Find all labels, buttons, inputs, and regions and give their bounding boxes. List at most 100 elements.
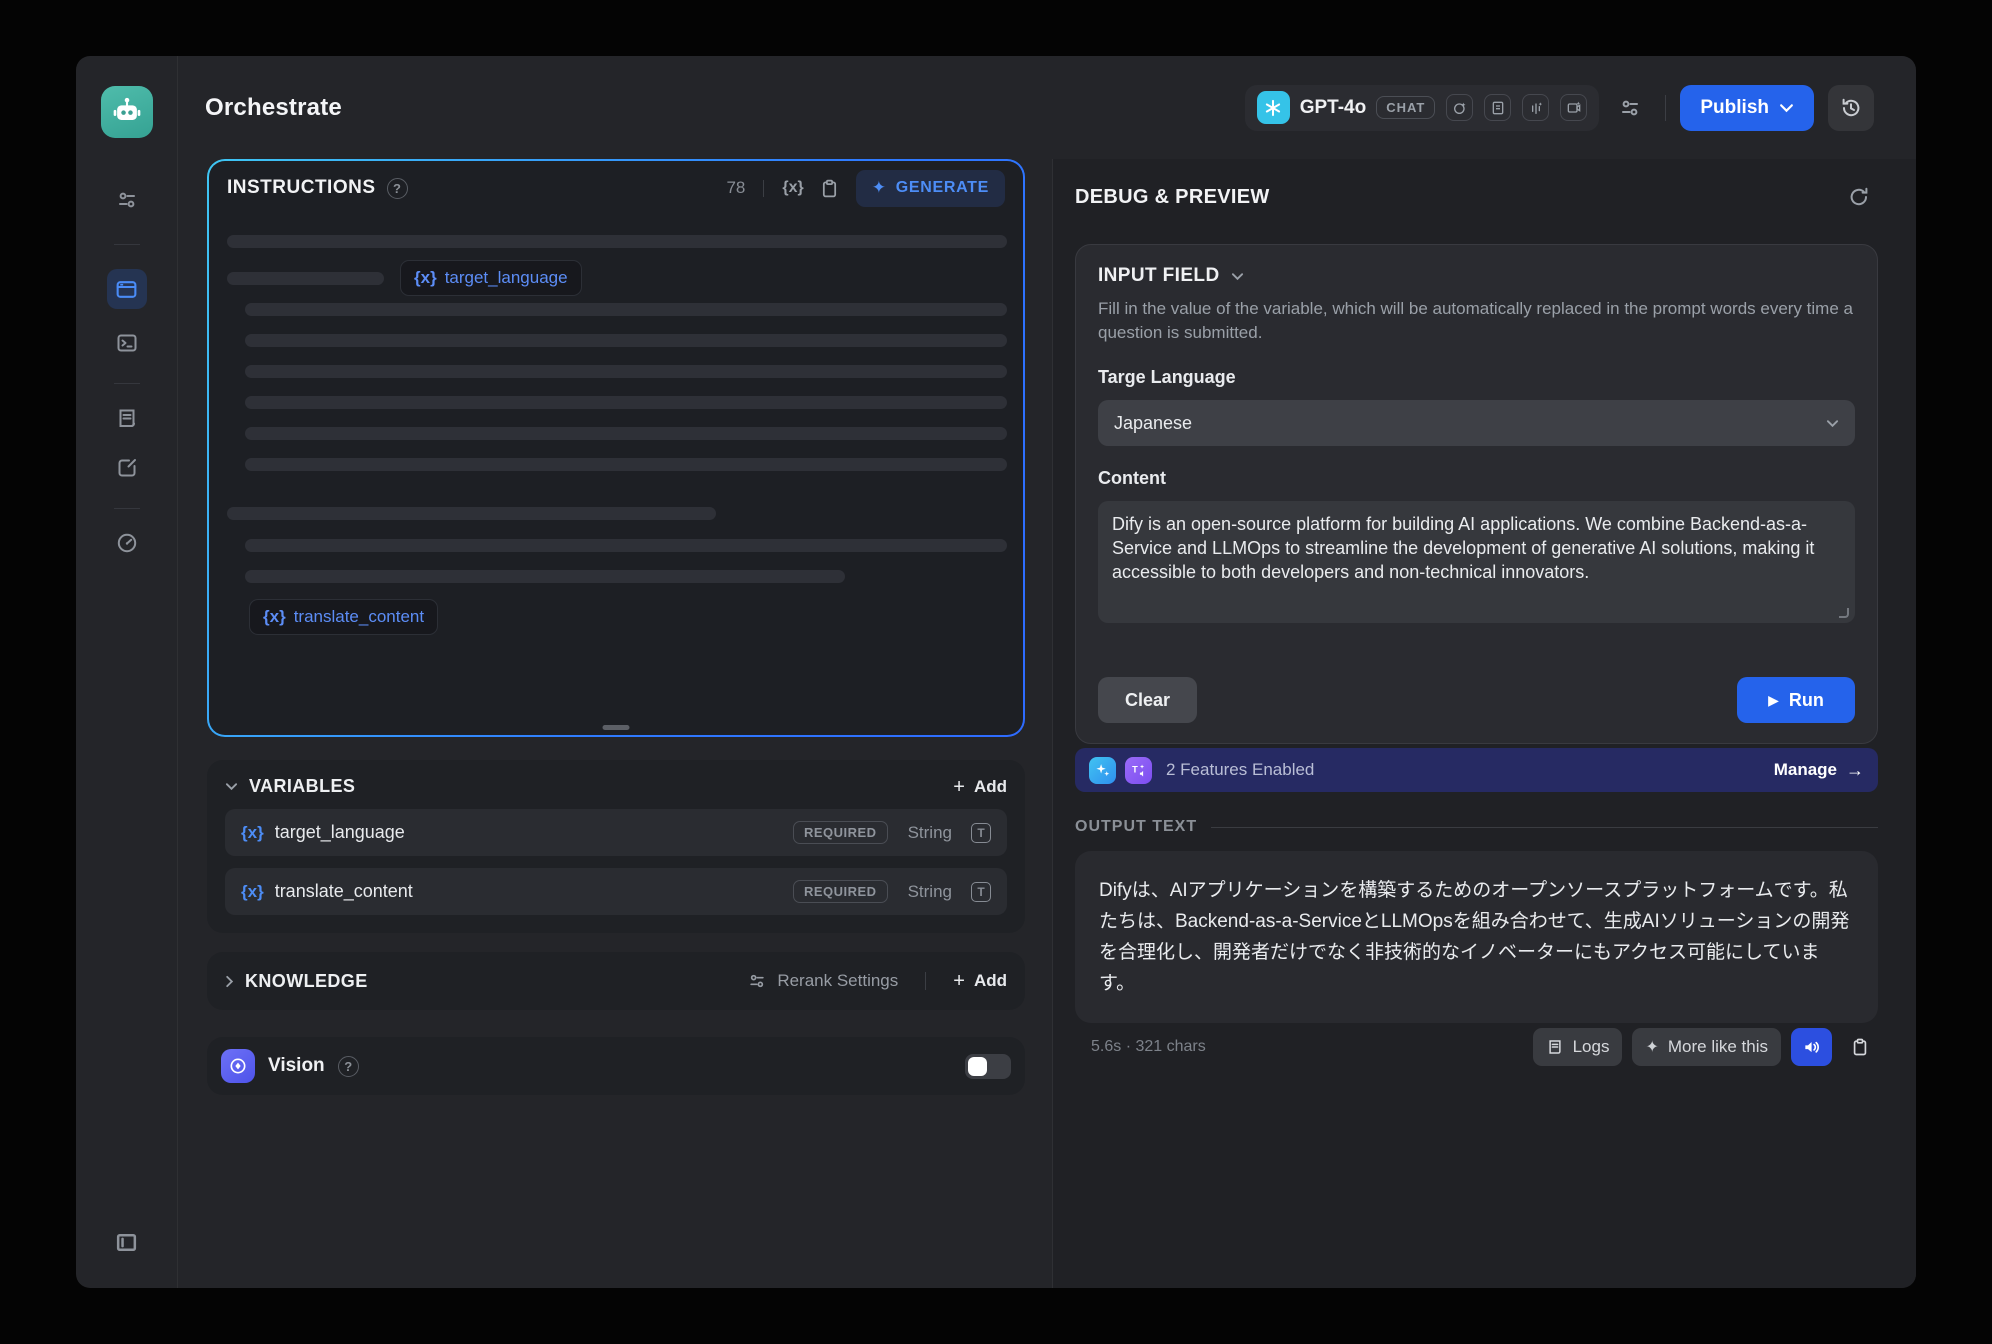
string-type-icon[interactable]: T [971,823,991,843]
variable-chip-label: translate_content [294,607,424,627]
divider [763,180,764,197]
variables-header[interactable]: VARIABLES + Add [225,776,1007,797]
run-button[interactable]: ▶ Run [1737,677,1855,723]
rerank-label: Rerank Settings [777,971,898,991]
input-field-header[interactable]: INPUT FIELD [1098,265,1855,287]
content-label: Content [1098,468,1855,489]
sidebar-item-monitoring[interactable] [107,523,147,563]
variable-name: translate_content [275,881,413,902]
sliders-icon [115,188,139,212]
sidebar-item-logs[interactable] [107,398,147,438]
output-text-header: OUTPUT TEXT [1075,818,1878,836]
variables-panel: VARIABLES + Add {x} target_language REQU… [207,760,1025,933]
vision-label: Vision [268,1055,325,1077]
manage-features-link[interactable]: Manage → [1774,760,1864,781]
variable-chip-target-language[interactable]: {x} target_language [400,260,582,296]
model-selector[interactable]: GPT-4o CHAT [1245,85,1600,131]
skeleton-line [245,427,1007,440]
select-value: Japanese [1114,413,1192,434]
add-label: Add [974,777,1007,797]
divider [1665,95,1666,121]
skeleton-line [245,334,1007,347]
speaker-button[interactable] [1791,1028,1832,1066]
restart-button[interactable] [1842,180,1876,214]
publish-label: Publish [1700,97,1769,119]
edit-note-icon [115,456,139,480]
collapse-panel-icon [114,1230,139,1255]
sidebar-item-orchestrate[interactable] [107,269,147,309]
resize-corner-icon[interactable] [1839,608,1849,618]
required-badge: REQUIRED [793,880,888,903]
play-icon: ▶ [1768,692,1779,709]
sparkle-icon: ✦ [872,178,887,198]
variables-title: VARIABLES [249,776,355,797]
input-field-card: INPUT FIELD Fill in the value of the var… [1075,244,1878,744]
version-history-button[interactable] [1828,85,1874,131]
string-type-icon[interactable]: T [971,882,991,902]
prompt-editor[interactable]: {x} target_language [209,215,1023,735]
output-card: Difyは、AIアプリケーションを構築するためのオープンソースプラットフォームで… [1075,851,1878,1023]
features-count-text: 2 Features Enabled [1166,760,1314,780]
history-icon [1839,96,1863,120]
variable-chip-label: target_language [445,268,568,288]
more-like-this-button[interactable]: ✦ More like this [1632,1028,1781,1066]
publish-button[interactable]: Publish [1680,85,1814,131]
chevron-down-icon [1231,272,1244,281]
sliders-icon [747,971,767,991]
model-parameters-button[interactable] [1609,87,1651,129]
help-icon[interactable]: ? [338,1056,359,1077]
variable-chip-translate-content[interactable]: {x} translate_content [249,599,438,635]
add-knowledge-button[interactable]: + Add [953,971,1007,991]
sidebar [76,56,178,1288]
skeleton-line [245,539,1007,552]
app-window-icon [114,277,139,302]
copy-prompt-button[interactable] [815,173,845,203]
variable-row[interactable]: {x} translate_content REQUIRED String T [225,868,1007,915]
instructions-panel: INSTRUCTIONS ? 78 {x} [207,159,1025,737]
skeleton-line [227,507,716,520]
content-textarea[interactable]: Dify is an open-source platform for buil… [1098,501,1855,623]
add-variable-button[interactable]: + Add [953,777,1007,797]
sidebar-item-settings[interactable] [107,180,147,220]
sidebar-divider [114,508,140,509]
plus-icon: + [953,777,965,797]
features-bar[interactable]: T 2 Features Enabled Manage → [1075,748,1878,792]
plus-icon: + [953,971,965,991]
content-area: INSTRUCTIONS ? 78 {x} [178,159,1916,1288]
page-title: Orchestrate [205,94,342,122]
insert-variable-button[interactable]: {x} [782,179,803,197]
rerank-settings-button[interactable]: Rerank Settings [747,971,898,991]
skeleton-line [245,458,1007,471]
generate-button[interactable]: ✦ GENERATE [856,170,1005,207]
knowledge-title: KNOWLEDGE [245,971,368,992]
clear-button[interactable]: Clear [1098,677,1197,723]
sidebar-collapse-button[interactable] [107,1222,147,1262]
screen: Orchestrate [0,0,1992,1344]
copy-output-button[interactable] [1842,1028,1878,1066]
sliders-icon [1618,96,1642,120]
skeleton-line [245,570,845,583]
sparkle-icon: ✦ [1645,1037,1658,1057]
toggle-knob [968,1057,987,1076]
knowledge-panel[interactable]: KNOWLEDGE Rerank Settings + Add [207,952,1025,1010]
variable-row[interactable]: {x} target_language REQUIRED String T [225,809,1007,856]
sidebar-item-annotations[interactable] [107,448,147,488]
orchestrate-pane: INSTRUCTIONS ? 78 {x} [178,159,1052,1288]
manage-label: Manage [1774,760,1837,780]
app-logo[interactable] [101,86,153,138]
skeleton-line [245,303,1007,316]
instructions-header: INSTRUCTIONS ? 78 {x} [209,161,1023,215]
variable-name: target_language [275,822,405,843]
skeleton-line [245,365,1007,378]
topbar-actions: GPT-4o CHAT [1245,85,1874,131]
vision-toggle[interactable] [965,1054,1011,1079]
text-to-speech-feature-icon: T [1125,757,1152,784]
resize-handle[interactable] [603,725,630,730]
target-language-select[interactable]: Japanese [1098,400,1855,446]
skeleton-line [227,235,1007,248]
logs-button[interactable]: Logs [1533,1028,1623,1066]
char-count: 78 [726,178,745,198]
run-label: Run [1789,690,1824,711]
help-icon[interactable]: ? [387,178,408,199]
sidebar-item-terminal[interactable] [107,323,147,363]
